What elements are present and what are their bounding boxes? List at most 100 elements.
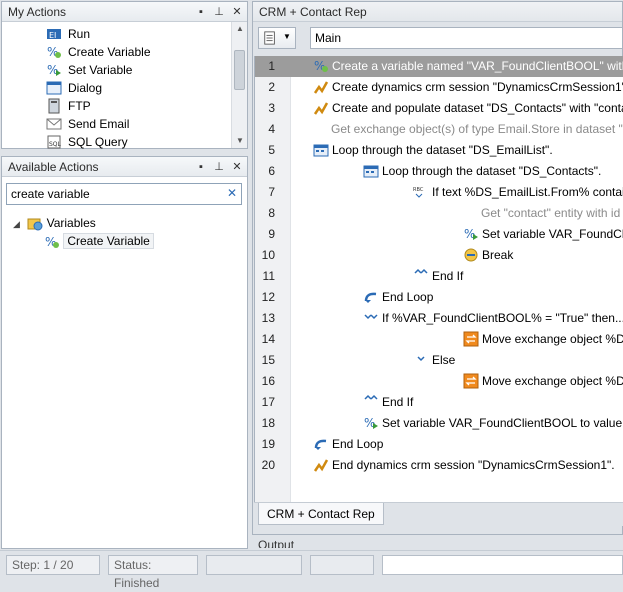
editor-title: CRM + Contact Rep bbox=[259, 5, 367, 19]
scroll-down-icon[interactable]: ▼ bbox=[232, 134, 248, 148]
set-variable-icon: % bbox=[363, 415, 379, 431]
line-text: Else bbox=[432, 353, 456, 367]
line-number: 7 bbox=[268, 185, 275, 199]
line-number: 19 bbox=[261, 437, 275, 451]
script-line[interactable]: 18% Set variable VAR_FoundClientBOOL to v… bbox=[255, 413, 623, 434]
line-text: End If bbox=[382, 395, 414, 409]
my-action-label: Dialog bbox=[68, 81, 103, 95]
script-line[interactable]: 16 Move exchange object %D bbox=[255, 371, 623, 392]
crm-icon bbox=[313, 79, 329, 95]
available-actions-title: Available Actions bbox=[8, 160, 99, 174]
dialog-icon bbox=[46, 80, 62, 96]
editor-header: CRM + Contact Rep bbox=[253, 2, 622, 22]
script-line[interactable]: 14 Move exchange object %D bbox=[255, 329, 623, 350]
script-line[interactable]: 6 Loop through the dataset "DS_Contacts". bbox=[255, 161, 623, 182]
line-text: Move exchange object %D bbox=[482, 332, 623, 346]
script-line[interactable]: 8 Get "contact" entity with id bbox=[255, 203, 623, 224]
line-text: End dynamics crm session "DynamicsCrmSes… bbox=[332, 458, 615, 472]
script-line[interactable]: 13 If %VAR_FoundClientBOOL% = "True" then… bbox=[255, 308, 623, 329]
my-action-label: FTP bbox=[68, 99, 91, 113]
close-icon[interactable]: ✕ bbox=[231, 2, 243, 22]
pin-icon[interactable]: ⊥ bbox=[213, 157, 225, 177]
line-number: 5 bbox=[268, 143, 275, 157]
line-text: End Loop bbox=[332, 437, 384, 451]
set-variable-icon: % bbox=[463, 226, 479, 242]
dock-menu-icon[interactable]: ▪ bbox=[195, 157, 207, 177]
script-editor[interactable]: 1% Create a variable named "VAR_FoundClie… bbox=[254, 56, 623, 502]
editor-tab-bar: CRM + Contact Rep bbox=[254, 502, 623, 526]
my-action-label: Run bbox=[68, 27, 91, 41]
line-text: Create and populate dataset "DS_Contacts… bbox=[332, 101, 623, 115]
line-number: 10 bbox=[261, 248, 275, 262]
script-line[interactable]: 10 Break bbox=[255, 245, 623, 266]
line-text: End If bbox=[432, 269, 464, 283]
end-if-icon bbox=[413, 268, 429, 284]
status-message bbox=[382, 555, 623, 575]
my-actions-header: My Actions ▪ ⊥ ✕ bbox=[2, 2, 247, 22]
if-text-icon: RBC bbox=[413, 184, 429, 200]
run-icon: EI bbox=[46, 26, 62, 42]
break-icon bbox=[463, 247, 479, 263]
my-action-item[interactable]: Dialog bbox=[2, 79, 232, 97]
tree-item-create-variable[interactable]: % Create Variable bbox=[44, 232, 154, 250]
line-number: 12 bbox=[261, 290, 275, 304]
my-action-label: Send Email bbox=[68, 117, 130, 131]
crm-icon bbox=[313, 100, 329, 116]
script-line[interactable]: 12 End Loop bbox=[255, 287, 623, 308]
line-number: 6 bbox=[268, 164, 275, 178]
my-action-item[interactable]: % Set Variable bbox=[2, 61, 232, 79]
scroll-thumb[interactable] bbox=[234, 50, 245, 90]
action-search-box: ✕ bbox=[6, 183, 242, 205]
script-line[interactable]: 4 Get exchange object(s) of type Email.St… bbox=[255, 119, 623, 140]
my-action-item[interactable]: SQL SQL Query bbox=[2, 133, 232, 151]
tree-expand-icon[interactable]: ◢ bbox=[13, 219, 20, 229]
script-line[interactable]: 9% Set variable VAR_FoundClie bbox=[255, 224, 623, 245]
script-line[interactable]: 2 Create dynamics crm session "DynamicsCr… bbox=[255, 77, 623, 98]
line-number: 8 bbox=[268, 206, 275, 220]
line-number: 3 bbox=[268, 101, 275, 115]
clear-search-icon[interactable]: ✕ bbox=[227, 186, 237, 200]
line-text: If %VAR_FoundClientBOOL% = "True" then..… bbox=[382, 311, 623, 325]
line-number: 2 bbox=[268, 80, 275, 94]
tree-item-label: Create Variable bbox=[63, 233, 154, 249]
my-action-label: Set Variable bbox=[68, 63, 133, 77]
script-line[interactable]: 5 Loop through the dataset "DS_EmailList"… bbox=[255, 140, 623, 161]
action-search-input[interactable] bbox=[7, 184, 217, 204]
script-line[interactable]: 7 RBC If text %DS_EmailList.From% contain bbox=[255, 182, 623, 203]
my-actions-scrollbar[interactable]: ▲ ▼ bbox=[231, 22, 247, 148]
ftp-icon bbox=[46, 98, 62, 114]
dock-menu-icon[interactable]: ▪ bbox=[195, 2, 207, 22]
script-line[interactable]: 1% Create a variable named "VAR_FoundClie… bbox=[255, 56, 623, 77]
variables-folder-icon bbox=[27, 218, 43, 231]
svg-text:RBC: RBC bbox=[413, 187, 424, 193]
my-actions-title: My Actions bbox=[8, 5, 67, 19]
line-text: Get "contact" entity with id bbox=[481, 206, 621, 220]
script-line[interactable]: 19 End Loop bbox=[255, 434, 623, 455]
line-number: 15 bbox=[261, 353, 275, 367]
tab-crm-contact-rep[interactable]: CRM + Contact Rep bbox=[258, 503, 384, 525]
end-loop-icon bbox=[363, 289, 379, 305]
script-line[interactable]: 3 Create and populate dataset "DS_Contact… bbox=[255, 98, 623, 119]
script-line[interactable]: 20 End dynamics crm session "DynamicsCrmS… bbox=[255, 455, 623, 476]
scroll-up-icon[interactable]: ▲ bbox=[232, 22, 248, 36]
line-text: End Loop bbox=[382, 290, 434, 304]
my-action-item[interactable]: Send Email bbox=[2, 115, 232, 133]
status-state: Status: Finished bbox=[108, 555, 198, 590]
my-action-label: Create Variable bbox=[68, 45, 151, 59]
my-action-item[interactable]: FTP bbox=[2, 97, 232, 115]
my-action-item[interactable]: EI Run bbox=[2, 25, 232, 43]
view-menu-button[interactable]: ▼ bbox=[258, 27, 296, 49]
script-line[interactable]: 15 Else bbox=[255, 350, 623, 371]
block-select[interactable]: Main bbox=[310, 27, 623, 49]
close-icon[interactable]: ✕ bbox=[231, 157, 243, 177]
loop-icon bbox=[313, 142, 329, 158]
line-number: 16 bbox=[261, 374, 275, 388]
end-if-icon bbox=[363, 394, 379, 410]
my-action-item[interactable]: % Create Variable bbox=[2, 43, 232, 61]
script-line[interactable]: 11 End If bbox=[255, 266, 623, 287]
script-line[interactable]: 17 End If bbox=[255, 392, 623, 413]
pin-icon[interactable]: ⊥ bbox=[213, 2, 225, 22]
line-number: 13 bbox=[261, 311, 275, 325]
output-panel-header[interactable]: Output bbox=[254, 536, 623, 548]
tree-group-variables[interactable]: ◢ Variables bbox=[13, 214, 96, 232]
